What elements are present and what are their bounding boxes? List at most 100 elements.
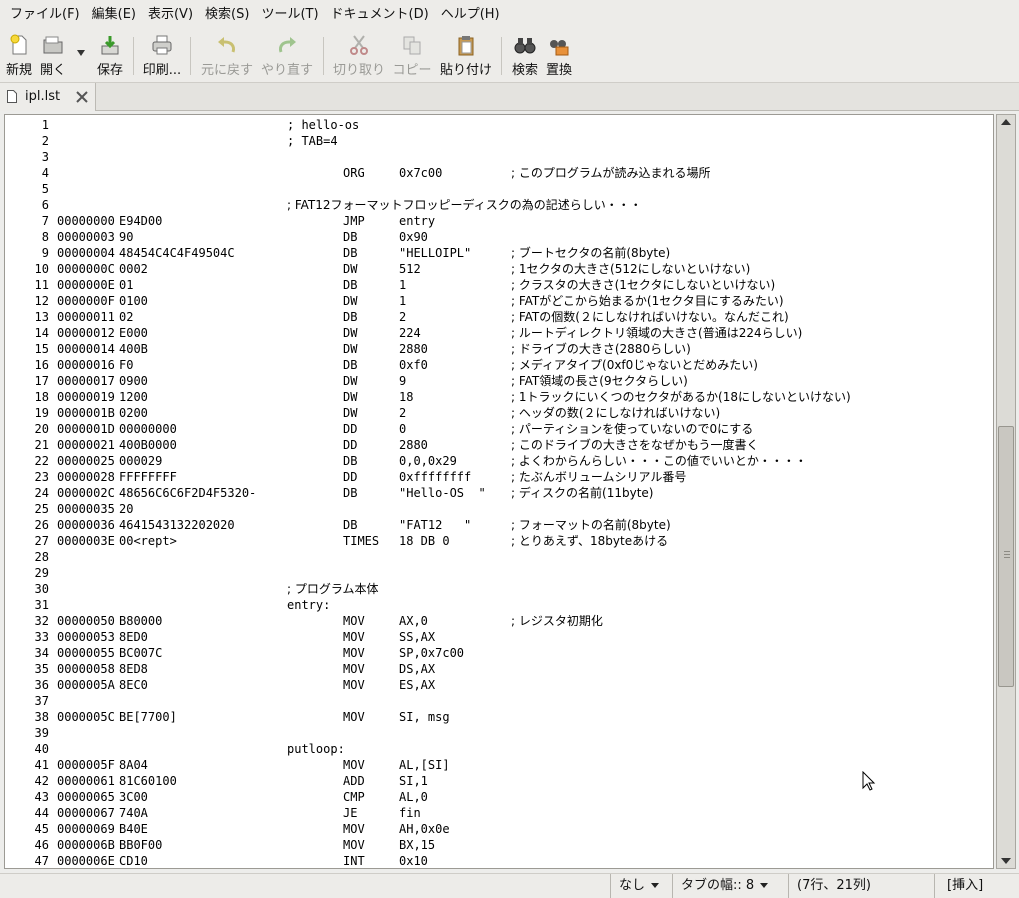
code-arg: DS,AX xyxy=(399,662,436,676)
code-op: MOV xyxy=(343,678,365,692)
code-addr: 00000021 xyxy=(57,438,115,452)
code-line: 27 0000003E 00<rept> TIMES 18 DB 0 ; とりあえず、18… xyxy=(5,533,991,549)
open-recent-dropdown[interactable] xyxy=(72,29,90,83)
code-hex: 3C00 xyxy=(119,790,148,804)
code-hex: 8ED0 xyxy=(119,630,148,644)
menu-item[interactable]: ファイル(F) xyxy=(4,0,86,29)
new-button[interactable]: 新規 xyxy=(2,29,36,83)
new-label: 新規 xyxy=(5,63,32,78)
save-icon xyxy=(101,36,119,55)
code-hex: 00<rept> xyxy=(119,534,177,548)
menu-item[interactable]: ドキュメント(D) xyxy=(325,0,435,29)
code-line: 43 00000065 3C00 CMP AL,0 xyxy=(5,789,991,805)
code-addr: 00000050 xyxy=(57,614,115,628)
menu-item[interactable]: ツール(T) xyxy=(255,0,324,29)
code-hex: 400B xyxy=(119,342,148,356)
code-hex: CD10 xyxy=(119,854,148,868)
code-line: 39 xyxy=(5,725,991,741)
highlight-mode-dropdown[interactable]: なし xyxy=(610,874,672,898)
code-hex: 81C60100 xyxy=(119,774,177,788)
code-line: 5 xyxy=(5,181,991,197)
tab-ipl-lst[interactable]: ipl.lst xyxy=(0,83,96,111)
code-addr: 00000053 xyxy=(57,630,115,644)
line-number: 31 xyxy=(34,598,49,612)
code-addr: 0000005A xyxy=(57,678,115,692)
save-label: 保存 xyxy=(96,63,123,78)
menu-item[interactable]: 表示(V) xyxy=(142,0,199,29)
menu-item[interactable]: 編集(E) xyxy=(86,0,142,29)
code-cmt: ; 1セクタの大きさ(512にしないといけない) xyxy=(511,262,751,276)
code-arg: ES,AX xyxy=(399,678,436,692)
code-hex: 20 xyxy=(119,502,134,516)
code-arg: 0xf0 xyxy=(399,358,428,372)
line-number: 47 xyxy=(34,854,49,868)
line-number: 32 xyxy=(34,614,49,628)
replace-button[interactable]: 置換 xyxy=(543,29,575,83)
code-line: 29 xyxy=(5,565,991,581)
code-line: 20 0000001D 00000000 DD 0 ; パーティションを使っていないので0… xyxy=(5,421,991,437)
code-cmt: ; このドライブの大きさをなぜかもう一度書く xyxy=(511,438,759,452)
menu-item[interactable]: ヘルプ(H) xyxy=(435,0,506,29)
code-cmt: ; FATの個数(２にしなければいけない。なんだこれ) xyxy=(511,310,789,324)
code-addr: 00000058 xyxy=(57,662,115,676)
code-addr: 00000069 xyxy=(57,822,115,836)
mouse-pointer-icon xyxy=(862,771,876,791)
redo-icon xyxy=(279,37,296,53)
save-button[interactable]: 保存 xyxy=(92,29,128,83)
code-addr: 00000028 xyxy=(57,470,115,484)
code-addr: 00000003 xyxy=(57,230,115,244)
open-button[interactable]: 開く xyxy=(36,29,70,83)
paste-button[interactable]: 貼り付け xyxy=(438,29,494,83)
code-op: DW xyxy=(343,390,358,404)
code-line: 10 0000000C 0002 DW 512 ; 1セクタの大きさ(512にしないといけ… xyxy=(5,261,991,277)
code-line: 26 00000036 4641543132202020 DB "FAT12 " ; フォ… xyxy=(5,517,991,533)
code-line: 34 00000055 BC007C MOV SP,0x7c00 xyxy=(5,645,991,661)
code-addr: 00000055 xyxy=(57,646,115,660)
code-line: 2 ; TAB=4 xyxy=(5,133,991,149)
line-number: 3 xyxy=(41,150,49,164)
line-number: 4 xyxy=(41,166,49,180)
code-addr: 00000019 xyxy=(57,390,115,404)
line-number: 7 xyxy=(41,214,49,228)
code-cmt: ; クラスタの大きさ(1セクタにしないといけない) xyxy=(511,278,776,292)
redo-button[interactable]: やり直す xyxy=(258,29,316,83)
code-line: 21 00000021 400B0000 DD 2880 ; このドライブの大きさをなぜか… xyxy=(5,437,991,453)
code-addr: 0000005F xyxy=(57,758,115,772)
copy-button[interactable]: コピー xyxy=(390,29,434,83)
print-button[interactable]: 印刷... xyxy=(140,29,184,83)
menu-item[interactable]: 検索(S) xyxy=(199,0,255,29)
code-line: 16 00000016 F0 DB 0xf0 ; メディアタイプ(0xf0じゃないとだめみ… xyxy=(5,357,991,373)
code-op: DW xyxy=(343,342,358,356)
line-number: 13 xyxy=(34,310,49,324)
tab-width-dropdown[interactable]: タブの幅:: 8 xyxy=(672,874,788,898)
code-label: entry: xyxy=(287,598,331,612)
code-addr: 0000005C xyxy=(57,710,115,724)
find-button[interactable]: 検索 xyxy=(508,29,542,83)
scrollbar-thumb[interactable] xyxy=(998,426,1014,687)
code-line: 9 00000004 48454C4C4F49504C DB "HELLOIPL" ; ブ… xyxy=(5,245,991,261)
scroll-up-icon[interactable] xyxy=(1001,119,1011,125)
code-hex: E000 xyxy=(119,326,148,340)
undo-icon xyxy=(218,37,235,53)
line-number: 36 xyxy=(34,678,49,692)
vertical-scrollbar[interactable] xyxy=(996,114,1016,869)
code-label: ; FAT12フォーマットフロッピーディスクの為の記述らしい・・・ xyxy=(287,198,642,212)
close-icon[interactable] xyxy=(75,90,89,104)
code-cmt: ; ルートディレクトリ領域の大きさ(普通は224らしい) xyxy=(511,326,803,340)
code-cmt: ; 1トラックにいくつのセクタがあるか(18にしないといけない) xyxy=(511,390,851,404)
code-line: 13 00000011 02 DB 2 ; FATの個数(２にしなければいけない。なんだこ… xyxy=(5,309,991,325)
code-cmt: ; FAT領域の長さ(9セクタらしい) xyxy=(511,374,688,388)
code-hex: 0100 xyxy=(119,294,148,308)
text-editor[interactable]: 1; hello-os 2; TAB=4 3 4 ORG 0x7c00; このプログラムが… xyxy=(4,114,994,869)
tab-label: ipl.lst xyxy=(25,89,61,104)
line-number: 10 xyxy=(34,262,49,276)
undo-button[interactable]: 元に戻す xyxy=(198,29,256,83)
code-arg: SS,AX xyxy=(399,630,436,644)
code-hex: 02 xyxy=(119,310,134,324)
scroll-down-icon[interactable] xyxy=(1001,858,1011,864)
cut-button[interactable]: 切り取り xyxy=(330,29,388,83)
code-hex: 400B0000 xyxy=(119,438,177,452)
code-arg: 0x7c00 xyxy=(399,166,443,180)
code-line: 4 ORG 0x7c00 ; このプログラムが読み込まれる場所 xyxy=(5,165,991,181)
code-op: MOV xyxy=(343,758,365,772)
